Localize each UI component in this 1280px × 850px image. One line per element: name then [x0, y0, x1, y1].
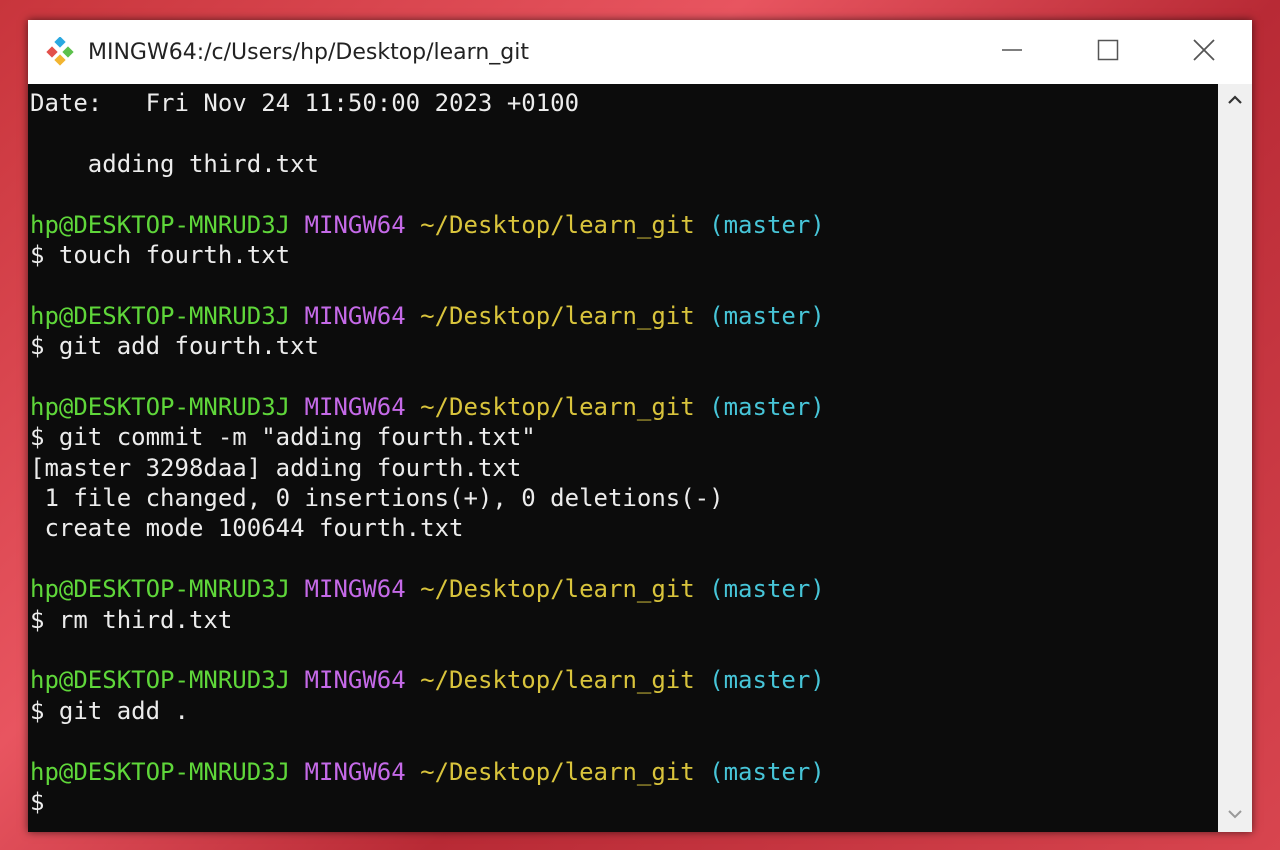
prompt-line: hp@DESKTOP-MNRUD3J MINGW64 ~/Desktop/lea…: [28, 301, 1218, 331]
output-line: create mode 100644 fourth.txt: [30, 514, 464, 543]
scroll-down-button[interactable]: [1218, 798, 1252, 832]
maximize-button[interactable]: [1060, 20, 1156, 84]
prompt-path: ~/Desktop/learn_git: [420, 575, 695, 604]
output-line: $ git commit -m "adding fourth.txt": [30, 423, 536, 452]
maximize-icon: [1097, 39, 1119, 66]
prompt-line: hp@DESKTOP-MNRUD3J MINGW64 ~/Desktop/lea…: [28, 574, 1218, 604]
prompt-user: hp@DESKTOP-MNRUD3J: [30, 666, 291, 695]
minimize-button[interactable]: [964, 20, 1060, 84]
prompt-branch: (master): [709, 210, 825, 239]
prompt-user: hp@DESKTOP-MNRUD3J: [30, 210, 291, 239]
output-line: $ touch fourth.txt: [30, 240, 291, 269]
close-button[interactable]: [1156, 20, 1252, 84]
output-line: $ git add .: [30, 696, 189, 725]
prompt-shell: MINGW64: [304, 575, 406, 604]
chevron-down-icon: [1227, 806, 1243, 824]
vertical-scrollbar[interactable]: [1218, 84, 1252, 832]
prompt-path: ~/Desktop/learn_git: [420, 210, 695, 239]
prompt-shell: MINGW64: [304, 666, 406, 695]
terminal-area[interactable]: Date: Fri Nov 24 11:50:00 2023 +0100 add…: [28, 84, 1252, 832]
prompt-user: hp@DESKTOP-MNRUD3J: [30, 575, 291, 604]
output-line: Date: Fri Nov 24 11:50:00 2023 +0100: [30, 89, 580, 117]
chevron-up-icon: [1227, 92, 1243, 110]
prompt-shell: MINGW64: [304, 301, 406, 330]
output-line: adding third.txt: [30, 149, 319, 178]
window-title: MINGW64:/c/Users/hp/Desktop/learn_git: [88, 39, 529, 65]
output-line: $: [30, 787, 45, 816]
prompt-branch: (master): [709, 301, 825, 330]
prompt-path: ~/Desktop/learn_git: [420, 666, 695, 695]
prompt-branch: (master): [709, 757, 825, 786]
prompt-path: ~/Desktop/learn_git: [420, 757, 695, 786]
prompt-shell: MINGW64: [304, 392, 406, 421]
git-bash-icon: [42, 34, 78, 70]
prompt-branch: (master): [709, 392, 825, 421]
prompt-branch: (master): [709, 666, 825, 695]
scroll-up-button[interactable]: [1218, 84, 1252, 118]
prompt-line: hp@DESKTOP-MNRUD3J MINGW64 ~/Desktop/lea…: [28, 210, 1218, 240]
scroll-thumb[interactable]: [1226, 446, 1244, 786]
output-line: 1 file changed, 0 insertions(+), 0 delet…: [30, 484, 724, 513]
prompt-user: hp@DESKTOP-MNRUD3J: [30, 392, 291, 421]
output-line: $ rm third.txt: [30, 605, 233, 634]
prompt-branch: (master): [709, 575, 825, 604]
minimize-icon: [1001, 39, 1023, 66]
prompt-line: hp@DESKTOP-MNRUD3J MINGW64 ~/Desktop/lea…: [28, 665, 1218, 695]
prompt-path: ~/Desktop/learn_git: [420, 301, 695, 330]
prompt-line: hp@DESKTOP-MNRUD3J MINGW64 ~/Desktop/lea…: [28, 757, 1218, 787]
output-line: [master 3298daa] adding fourth.txt: [30, 453, 522, 482]
output-line: $ git add fourth.txt: [30, 332, 319, 361]
prompt-user: hp@DESKTOP-MNRUD3J: [30, 301, 291, 330]
prompt-shell: MINGW64: [304, 757, 406, 786]
prompt-line: hp@DESKTOP-MNRUD3J MINGW64 ~/Desktop/lea…: [28, 392, 1218, 422]
title-bar[interactable]: MINGW64:/c/Users/hp/Desktop/learn_git: [28, 20, 1252, 84]
prompt-user: hp@DESKTOP-MNRUD3J: [30, 757, 291, 786]
close-icon: [1193, 38, 1215, 66]
terminal-window: MINGW64:/c/Users/hp/Desktop/learn_git Da…: [28, 20, 1252, 832]
prompt-path: ~/Desktop/learn_git: [420, 392, 695, 421]
prompt-shell: MINGW64: [304, 210, 406, 239]
terminal-output[interactable]: Date: Fri Nov 24 11:50:00 2023 +0100 add…: [28, 84, 1218, 832]
